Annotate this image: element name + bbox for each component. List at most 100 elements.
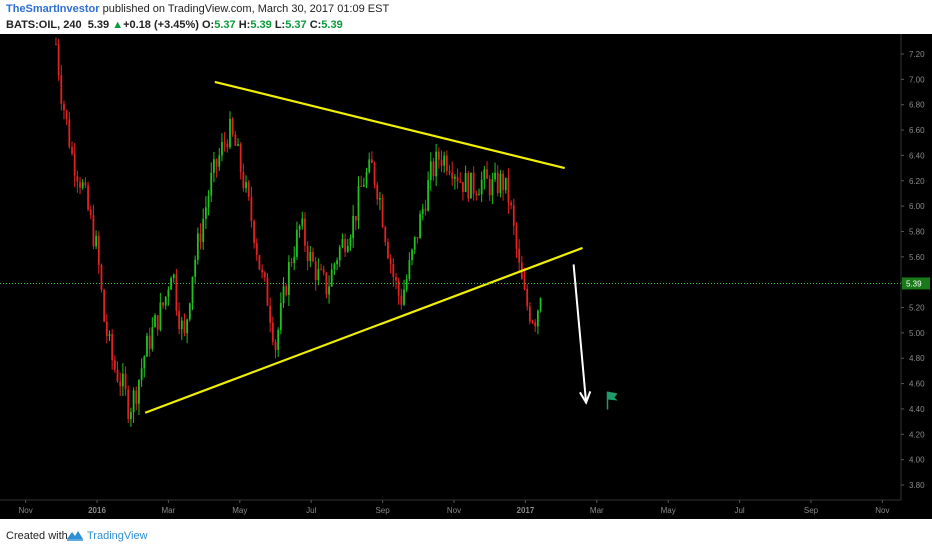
candle-body [84, 182, 87, 186]
candle-body [298, 225, 301, 230]
candle-body [279, 303, 282, 330]
candle-body [462, 182, 464, 193]
open-value: 5.37 [214, 19, 236, 31]
candle-body [105, 321, 108, 336]
candle-body [459, 181, 462, 183]
candle-body [213, 159, 215, 173]
chart-area[interactable]: 7.207.006.806.606.406.206.005.805.605.40… [0, 34, 932, 519]
candle-body [186, 319, 189, 334]
candle-body [183, 320, 186, 334]
time-tick-label: Nov [447, 506, 461, 515]
candle-body [395, 276, 397, 281]
candle-body [188, 303, 191, 320]
time-tick-label: Sep [375, 506, 390, 515]
candle-body [328, 286, 330, 295]
candle-body [488, 178, 491, 196]
candle-body [400, 295, 403, 305]
low-value: 5.37 [285, 19, 307, 31]
candle-body [408, 260, 411, 280]
candle-body [512, 205, 515, 226]
high-value: 5.39 [250, 19, 272, 31]
candle-body [229, 118, 231, 148]
candle-body [373, 163, 376, 185]
candle-body [172, 274, 175, 279]
candle-body [413, 236, 416, 250]
time-tick-label: Nov [18, 506, 32, 515]
candle-body [119, 381, 122, 387]
price-tick-label: 7.20 [909, 50, 925, 59]
candle-body [210, 172, 213, 196]
price-tick-label: 6.80 [909, 101, 925, 110]
candle-body [306, 245, 309, 261]
candle-body [68, 119, 71, 147]
candle-body [204, 207, 207, 219]
candle-body [341, 239, 344, 248]
price-chart[interactable]: 7.207.006.806.606.406.206.005.805.605.40… [0, 34, 932, 519]
candle-body [108, 334, 111, 336]
candle-body [354, 215, 357, 221]
candle-body [322, 269, 325, 273]
price-tick-label: 4.60 [909, 380, 925, 389]
candle-body [330, 269, 333, 287]
candle-body [357, 185, 360, 221]
symbol-label[interactable]: BATS:OIL, 240 [6, 19, 82, 31]
candle-body [349, 237, 352, 246]
candle-body [424, 208, 427, 211]
candle-body [486, 169, 488, 179]
candle-body [146, 335, 148, 357]
candle-body [71, 146, 73, 154]
candle-body [156, 315, 159, 330]
candle-body [379, 198, 381, 200]
candle-body [164, 296, 167, 306]
candle-body [221, 142, 223, 156]
candle-body [87, 185, 89, 210]
candle-body [456, 176, 459, 182]
candle-body [140, 368, 143, 381]
candle-body [440, 159, 443, 166]
price-tick-label: 4.00 [909, 456, 925, 465]
candle-body [483, 169, 486, 180]
price-tick-label: 5.20 [909, 304, 925, 313]
low-label: L: [274, 19, 286, 31]
candle-body [162, 302, 164, 306]
candle-body [389, 258, 392, 265]
candle-body [79, 181, 81, 188]
candle-body [57, 44, 60, 76]
candle-body [352, 215, 355, 238]
candle-body [207, 195, 210, 208]
candle-body [196, 233, 199, 260]
author-link[interactable]: TheSmartInvestor [6, 3, 100, 15]
candle-body [370, 159, 373, 164]
price-tick-label: 7.00 [909, 75, 925, 84]
candle-body [504, 177, 507, 191]
candle-body [336, 260, 338, 265]
candle-body [360, 185, 363, 187]
price-tick-label: 4.20 [909, 430, 925, 439]
tradingview-brand-link[interactable]: TradingView [87, 530, 148, 542]
time-tick-label: May [232, 506, 247, 515]
candle-body [403, 289, 405, 305]
tradingview-logo-icon[interactable] [66, 528, 84, 545]
candle-body [448, 171, 451, 173]
candle-body [116, 369, 119, 382]
time-tick-label: May [661, 506, 676, 515]
candle-body [496, 172, 499, 193]
last-price: 5.39 [87, 19, 110, 31]
candle-body [113, 360, 116, 370]
candle-body [60, 75, 63, 104]
candle-body [175, 274, 178, 312]
candle-body [312, 251, 314, 262]
candle-body [293, 256, 296, 264]
candle-body [528, 306, 531, 322]
candle-body [491, 179, 494, 196]
candle-body [376, 184, 379, 200]
time-tick-label: Jul [734, 506, 744, 515]
candle-body [467, 173, 470, 199]
candle-body [178, 311, 181, 330]
price-tick-label: 5.00 [909, 329, 925, 338]
price-tick-label: 3.80 [909, 481, 925, 490]
symbol-line: BATS:OIL, 240 5.39 ▲+0.18 (+3.45%) O:5.3… [6, 19, 343, 31]
candle-body [237, 144, 239, 146]
candle-body [253, 221, 255, 244]
chart-background [0, 34, 932, 519]
